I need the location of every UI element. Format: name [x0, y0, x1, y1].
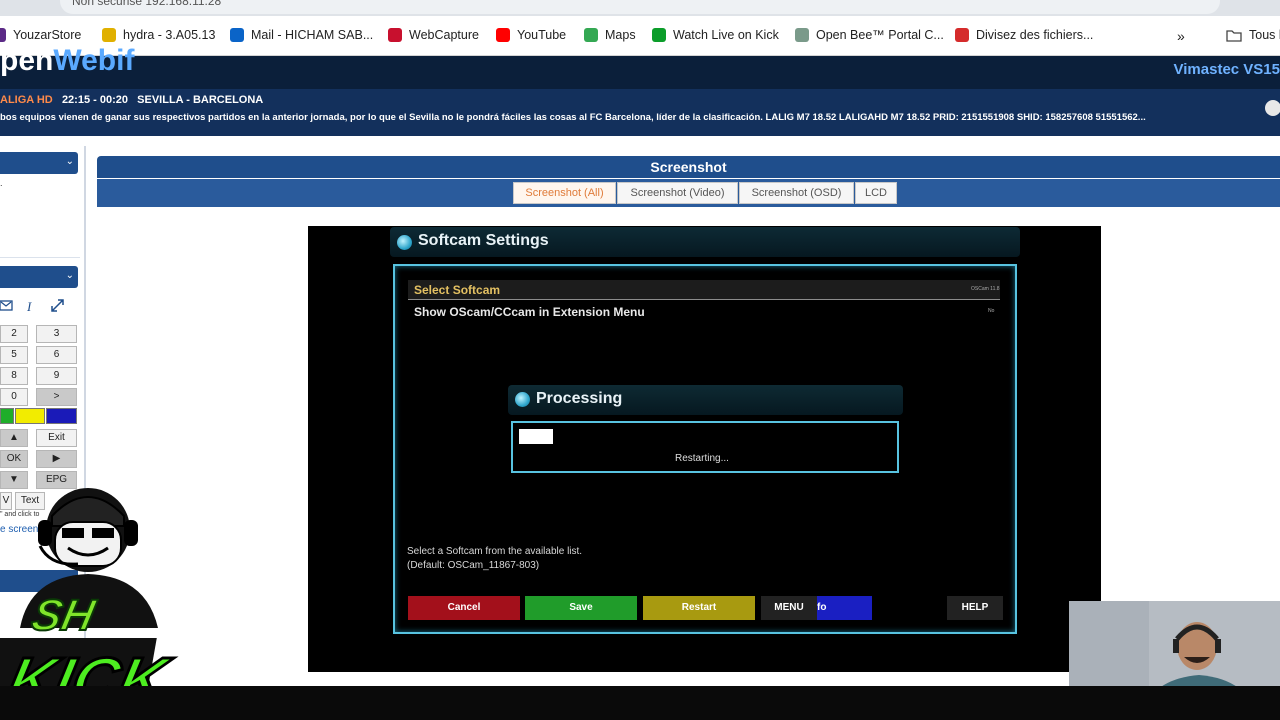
box-model-name: Vimastec VS15: [1173, 61, 1280, 78]
bookmark-label: WebCapture: [409, 28, 479, 42]
youzarstore-icon: [0, 28, 6, 42]
now-playing-line: ALIGA HD 22:15 - 00:20 SEVILLA - BARCELO…: [0, 94, 263, 106]
toggle-button[interactable]: [1265, 100, 1280, 116]
remote-key[interactable]: 2: [0, 325, 28, 343]
processing-status: Restarting...: [675, 453, 729, 464]
processing-dialog: [511, 421, 899, 473]
tab-lcd[interactable]: LCD: [855, 182, 897, 204]
bookmark-label: hydra - 3.A05.13: [123, 28, 216, 42]
remote-section-header[interactable]: ⌄: [0, 266, 78, 288]
remote-key[interactable]: ▲: [0, 429, 28, 447]
youtube-icon: [496, 28, 510, 42]
status-dot-icon: [397, 235, 412, 250]
maps-icon: [584, 28, 598, 42]
outlook-icon: [230, 28, 244, 42]
help-button: HELP: [947, 596, 1003, 620]
remote-key[interactable]: 9: [36, 367, 77, 385]
menu-button: MENU: [761, 596, 817, 620]
all-bookmarks-label: Tous l: [1249, 28, 1280, 42]
logo-text-sh: SH: [28, 591, 100, 639]
info-button: fo: [817, 596, 872, 620]
remote-key[interactable]: OK: [0, 450, 28, 468]
more-bookmarks-button[interactable]: »: [1177, 28, 1185, 44]
remote-key[interactable]: Exit: [36, 429, 77, 447]
help-default: (Default: OSCam_11867-803): [407, 560, 540, 571]
bookmark-item[interactable]: YouTube: [496, 28, 566, 42]
sidebar-section-header[interactable]: ⌄: [0, 152, 78, 174]
help-text: Select a Softcam from the available list…: [407, 545, 582, 573]
channel-name: ALIGA HD: [0, 94, 53, 106]
show-in-extension-value: No: [988, 308, 995, 314]
bookmark-item[interactable]: WebCapture: [388, 28, 479, 42]
logo-part-left: pen: [0, 44, 54, 77]
divider: [0, 246, 80, 258]
yellow-key[interactable]: [15, 408, 45, 424]
bookmark-item[interactable]: YouzarStore: [0, 28, 81, 42]
svg-text:I: I: [26, 299, 32, 314]
program-time: 22:15 - 00:20: [61, 94, 128, 106]
tab-screenshot-all[interactable]: Screenshot (All): [513, 182, 616, 204]
remote-key[interactable]: ▶: [36, 450, 77, 468]
save-button: Save: [525, 596, 637, 620]
remote-key[interactable]: >: [36, 388, 77, 406]
bookmark-label: Mail - HICHAM SAB...: [251, 28, 374, 42]
bookmark-label: Divisez des fichiers...: [976, 28, 1094, 42]
openbee-icon: [795, 28, 809, 42]
bookmark-item[interactable]: Watch Live on Kick: [652, 28, 779, 42]
progress-bar: [519, 429, 553, 444]
webcapture-icon: [388, 28, 402, 42]
all-bookmarks-button[interactable]: Tous l: [1226, 28, 1280, 42]
restart-button: Restart: [643, 596, 755, 620]
softcam-window-title: Softcam Settings: [418, 232, 549, 249]
sidebar-text: .: [0, 178, 3, 188]
hydra-icon: [102, 28, 116, 42]
address-bar[interactable]: [60, 0, 1220, 14]
select-softcam-label: Select Softcam: [414, 283, 501, 297]
screenshot-title: Screenshot: [97, 156, 1280, 178]
address-text[interactable]: Non sécurisé 192.168.11.28: [72, 0, 221, 8]
remote-tool-icons: I: [0, 299, 64, 314]
bookmark-label: Watch Live on Kick: [673, 28, 779, 42]
remote-key[interactable]: 5: [0, 346, 28, 364]
openwebif-logo[interactable]: penWebif: [0, 44, 134, 78]
bookmark-label: YouTube: [517, 28, 567, 42]
program-title: SEVILLA - BARCELONA: [137, 94, 264, 106]
remote-key[interactable]: 0: [0, 388, 28, 406]
program-description: bos equipos vienen de ganar sus respecti…: [0, 112, 1146, 123]
kick-icon: [652, 28, 666, 42]
help-line: Select a Softcam from the available list…: [407, 546, 583, 557]
bookmark-item[interactable]: hydra - 3.A05.13: [102, 28, 215, 42]
select-softcam-value: OSCam 11.8: [971, 286, 1000, 292]
remote-key[interactable]: 3: [36, 325, 77, 343]
bottom-dark-bar: [0, 686, 1280, 720]
logo-part-right: Webif: [53, 44, 135, 77]
tab-screenshot-video[interactable]: Screenshot (Video): [617, 182, 738, 204]
bookmark-item[interactable]: Mail - HICHAM SAB...: [230, 28, 373, 42]
streamer-kick-logo: SH KICK: [0, 488, 179, 717]
openwebif-header: [0, 56, 1280, 89]
blue-key[interactable]: [46, 408, 77, 424]
tab-screenshot-osd[interactable]: Screenshot (OSD): [739, 182, 854, 204]
bookmark-item[interactable]: Open Bee™ Portal C...: [795, 28, 944, 42]
show-in-extension-label: Show OScam/CCcam in Extension Menu: [414, 305, 645, 319]
bookmark-label: YouzarStore: [13, 28, 82, 42]
cancel-button: Cancel: [408, 596, 520, 620]
bookmark-label: Maps: [605, 28, 636, 42]
bookmark-label: Open Bee™ Portal C...: [816, 28, 944, 42]
remote-key[interactable]: 6: [36, 346, 77, 364]
status-dot-icon: [515, 392, 530, 407]
bookmark-item[interactable]: Maps: [584, 28, 636, 42]
processing-title: Processing: [536, 390, 623, 407]
folder-icon: [1226, 29, 1242, 42]
heart-icon: [955, 28, 969, 42]
chevron-down-icon: ⌄: [65, 156, 74, 167]
remote-key[interactable]: 8: [0, 367, 28, 385]
bookmark-item[interactable]: Divisez des fichiers...: [955, 28, 1093, 42]
green-key[interactable]: [0, 408, 14, 424]
chevron-down-icon: ⌄: [65, 270, 74, 281]
